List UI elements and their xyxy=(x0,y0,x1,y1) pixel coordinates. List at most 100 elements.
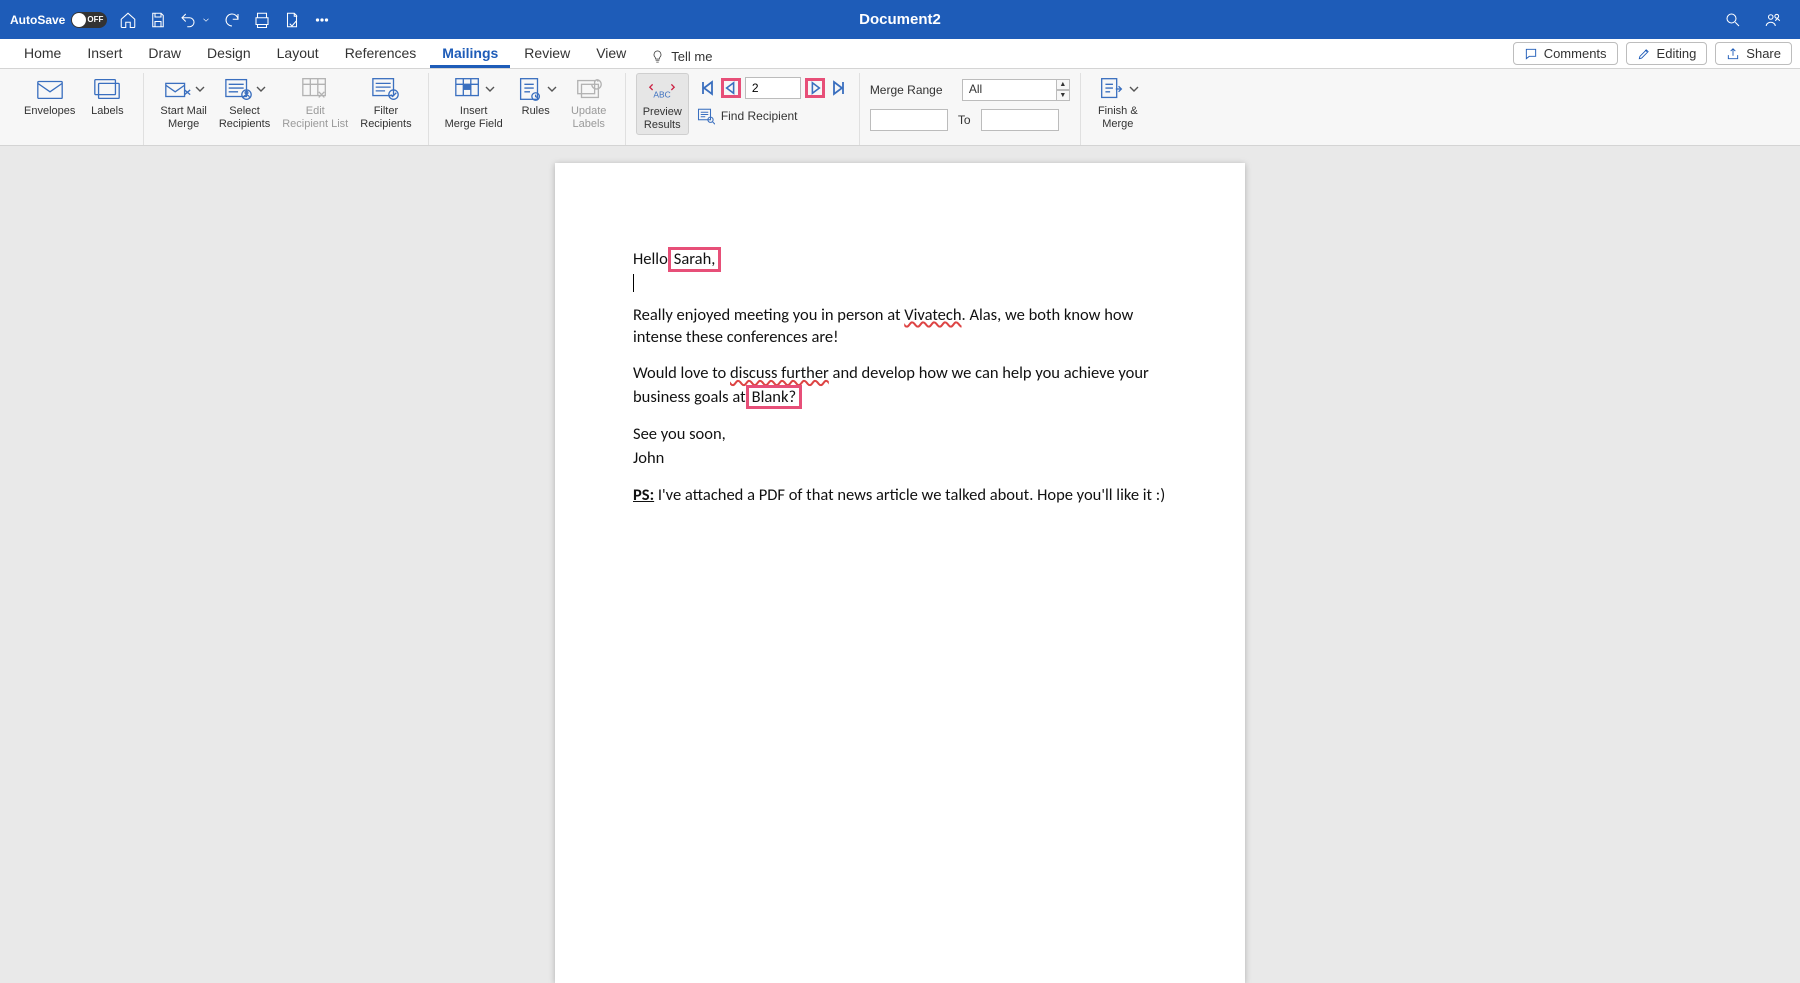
rules-icon xyxy=(515,75,545,103)
search-icon[interactable] xyxy=(1724,11,1742,29)
update-labels-button: Update Labels xyxy=(563,73,615,133)
ps-text: I've attached a PDF of that news article… xyxy=(654,485,1165,505)
more-icon[interactable] xyxy=(313,11,331,29)
chevron-down-icon xyxy=(256,84,266,94)
labels-label: Labels xyxy=(91,105,123,118)
signature: John xyxy=(633,447,1167,469)
select-recipients-label: Select Recipients xyxy=(219,105,270,131)
tab-draw[interactable]: Draw xyxy=(136,41,193,68)
select-recipients-button[interactable]: Select Recipients xyxy=(213,73,276,133)
share-people-icon[interactable] xyxy=(1764,11,1782,29)
recipients-icon xyxy=(224,75,254,103)
chevron-down-icon xyxy=(1129,84,1139,94)
mail-merge-icon xyxy=(163,75,193,103)
envelopes-button[interactable]: Envelopes xyxy=(18,73,81,120)
filter-recipients-button[interactable]: Filter Recipients xyxy=(354,73,417,133)
rules-button[interactable]: Rules xyxy=(509,73,563,120)
home-icon[interactable] xyxy=(119,11,137,29)
greeting-prefix: Hello xyxy=(633,249,668,269)
lightbulb-icon xyxy=(650,49,665,64)
edit-recipient-list-label: Edit Recipient List xyxy=(282,105,348,131)
finish-merge-button[interactable]: Finish & Merge xyxy=(1091,73,1145,133)
find-recipient-label: Find Recipient xyxy=(721,109,798,123)
merge-to-input[interactable] xyxy=(981,109,1059,131)
envelope-icon xyxy=(35,75,65,103)
tab-mailings[interactable]: Mailings xyxy=(430,41,510,68)
ribbon: Envelopes Labels Start Mail Merge Select… xyxy=(0,69,1800,146)
tab-layout[interactable]: Layout xyxy=(265,41,331,68)
merge-range-label: Merge Range xyxy=(870,83,952,97)
tab-home[interactable]: Home xyxy=(12,41,73,68)
ribbon-tabs: HomeInsertDrawDesignLayoutReferencesMail… xyxy=(0,39,1800,69)
pencil-icon xyxy=(1637,47,1651,61)
document-area[interactable]: Hello Sarah, Really enjoyed meeting you … xyxy=(0,146,1800,983)
share-label: Share xyxy=(1746,46,1781,61)
comments-button[interactable]: Comments xyxy=(1513,42,1618,65)
merge-field-icon xyxy=(453,75,483,103)
merge-range-select[interactable]: All xyxy=(962,79,1057,101)
insert-merge-field-label: Insert Merge Field xyxy=(445,105,503,131)
tab-insert[interactable]: Insert xyxy=(75,41,134,68)
merge-range-value: All xyxy=(969,82,982,96)
tab-view[interactable]: View xyxy=(584,41,638,68)
start-mail-merge-label: Start Mail Merge xyxy=(160,105,206,131)
undo-icon[interactable] xyxy=(179,11,197,29)
labels-button[interactable]: Labels xyxy=(81,73,133,120)
merge-to-label: To xyxy=(958,113,971,127)
grammar-phrase: discuss further xyxy=(730,363,829,383)
finish-merge-label: Finish & Merge xyxy=(1098,105,1138,131)
labels-icon xyxy=(92,75,122,103)
tell-me-label: Tell me xyxy=(671,49,712,64)
merge-field-name: Sarah, xyxy=(668,247,722,272)
edit-list-icon xyxy=(300,75,330,103)
insert-merge-field-button[interactable]: Insert Merge Field xyxy=(439,73,509,133)
preview-results-button[interactable]: ABC Preview Results xyxy=(636,73,689,135)
share-icon xyxy=(1726,47,1740,61)
last-record-button[interactable] xyxy=(829,78,849,98)
title-bar: AutoSave OFF Document2 xyxy=(0,0,1800,39)
template-icon[interactable] xyxy=(283,11,301,29)
record-number-input[interactable] xyxy=(745,77,801,99)
tab-references[interactable]: References xyxy=(333,41,429,68)
tab-design[interactable]: Design xyxy=(195,41,263,68)
tab-review[interactable]: Review xyxy=(512,41,582,68)
autosave-label: AutoSave xyxy=(10,13,65,27)
paragraph-3: See you soon, xyxy=(633,423,1167,445)
chevron-down-icon xyxy=(485,84,495,94)
undo-dropdown-icon[interactable] xyxy=(201,15,211,25)
first-record-button[interactable] xyxy=(697,78,717,98)
autosave-toggle[interactable]: AutoSave OFF xyxy=(10,12,107,28)
comments-icon xyxy=(1524,47,1538,61)
svg-text:ABC: ABC xyxy=(654,90,671,100)
filter-recipients-label: Filter Recipients xyxy=(360,105,411,131)
tell-me[interactable]: Tell me xyxy=(640,45,722,68)
prev-record-button[interactable] xyxy=(721,78,741,98)
save-icon[interactable] xyxy=(149,11,167,29)
print-icon[interactable] xyxy=(253,11,271,29)
comments-label: Comments xyxy=(1544,46,1607,61)
next-record-button[interactable] xyxy=(805,78,825,98)
editing-label: Editing xyxy=(1657,46,1697,61)
autosave-state: OFF xyxy=(71,12,107,28)
paragraph-1: Really enjoyed meeting you in person at … xyxy=(633,304,1167,349)
chevron-down-icon xyxy=(195,84,205,94)
share-button[interactable]: Share xyxy=(1715,42,1792,65)
start-mail-merge-button[interactable]: Start Mail Merge xyxy=(154,73,212,133)
ps-label: PS: xyxy=(633,485,654,505)
text-cursor xyxy=(633,274,634,292)
editing-button[interactable]: Editing xyxy=(1626,42,1708,65)
find-recipient-icon xyxy=(697,107,715,125)
ps-line: PS: I've attached a PDF of that news art… xyxy=(633,484,1167,506)
document-page[interactable]: Hello Sarah, Really enjoyed meeting you … xyxy=(555,163,1245,983)
redo-icon[interactable] xyxy=(223,11,241,29)
merge-range-down[interactable]: ▼ xyxy=(1056,90,1070,101)
update-labels-label: Update Labels xyxy=(571,105,606,131)
filter-icon xyxy=(371,75,401,103)
find-recipient-button[interactable]: Find Recipient xyxy=(697,107,849,125)
finish-merge-icon xyxy=(1097,75,1127,103)
merge-from-input[interactable] xyxy=(870,109,948,131)
merge-range-up[interactable]: ▲ xyxy=(1056,79,1070,90)
edit-recipient-list-button: Edit Recipient List xyxy=(276,73,354,133)
chevron-down-icon xyxy=(547,84,557,94)
rules-label: Rules xyxy=(522,105,550,118)
